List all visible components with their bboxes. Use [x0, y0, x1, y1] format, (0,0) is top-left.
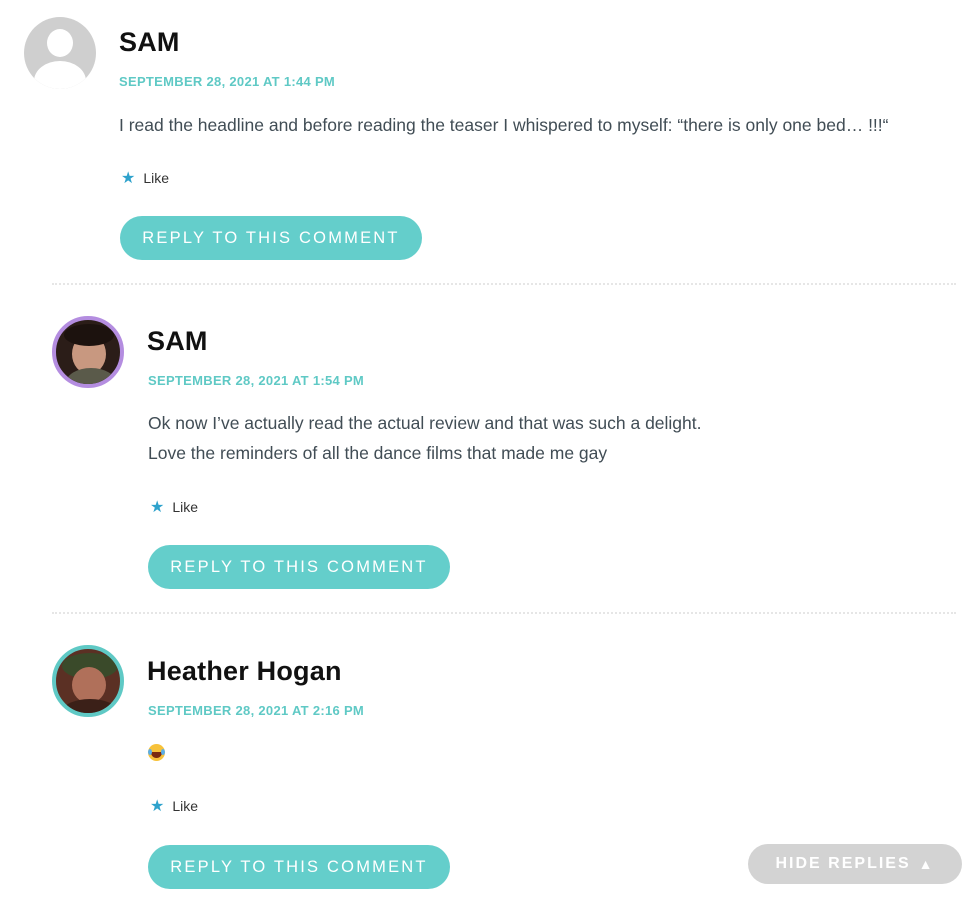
comment-author[interactable]: SAM	[119, 27, 180, 58]
like-label: Like	[172, 798, 199, 814]
comment-text: I read the headline and before reading t…	[119, 110, 888, 140]
reply-button[interactable]: REPLY TO THIS COMMENT	[148, 845, 450, 889]
hide-replies-button[interactable]: HIDE REPLIES ▲	[748, 844, 962, 884]
comment-divider	[52, 612, 956, 614]
comment-text-line: I read the headline and before reading t…	[119, 115, 889, 135]
user-avatar[interactable]	[52, 316, 124, 388]
default-user-icon	[24, 17, 96, 89]
star-icon: ★	[150, 499, 165, 516]
like-label: Like	[172, 499, 199, 515]
comment-text-line: Ok now I’ve actually read the actual rev…	[148, 413, 702, 433]
reply-button[interactable]: REPLY TO THIS COMMENT	[148, 545, 450, 589]
like-label: Like	[143, 170, 170, 186]
like-button[interactable]: ★ Like	[150, 497, 198, 517]
comment-divider	[52, 283, 956, 285]
comment-author[interactable]: Heather Hogan	[147, 656, 342, 687]
like-button[interactable]: ★ Like	[150, 796, 198, 816]
face-with-tears-of-joy-icon	[148, 744, 165, 761]
star-icon: ★	[150, 798, 165, 815]
star-icon: ★	[121, 170, 136, 187]
hide-replies-label: HIDE REPLIES	[775, 855, 911, 872]
comment-date[interactable]: SEPTEMBER 28, 2021 AT 2:16 PM	[148, 703, 364, 718]
triangle-up-icon: ▲	[918, 856, 935, 872]
comment-text: Ok now I’ve actually read the actual rev…	[148, 408, 702, 468]
comment-date[interactable]: SEPTEMBER 28, 2021 AT 1:44 PM	[119, 74, 335, 89]
comment-text-line: Love the reminders of all the dance film…	[148, 443, 608, 463]
like-button[interactable]: ★ Like	[121, 168, 169, 188]
reply-button[interactable]: REPLY TO THIS COMMENT	[120, 216, 422, 260]
comment-date[interactable]: SEPTEMBER 28, 2021 AT 1:54 PM	[148, 373, 364, 388]
comment-author[interactable]: SAM	[147, 326, 208, 357]
user-avatar[interactable]	[52, 645, 124, 717]
